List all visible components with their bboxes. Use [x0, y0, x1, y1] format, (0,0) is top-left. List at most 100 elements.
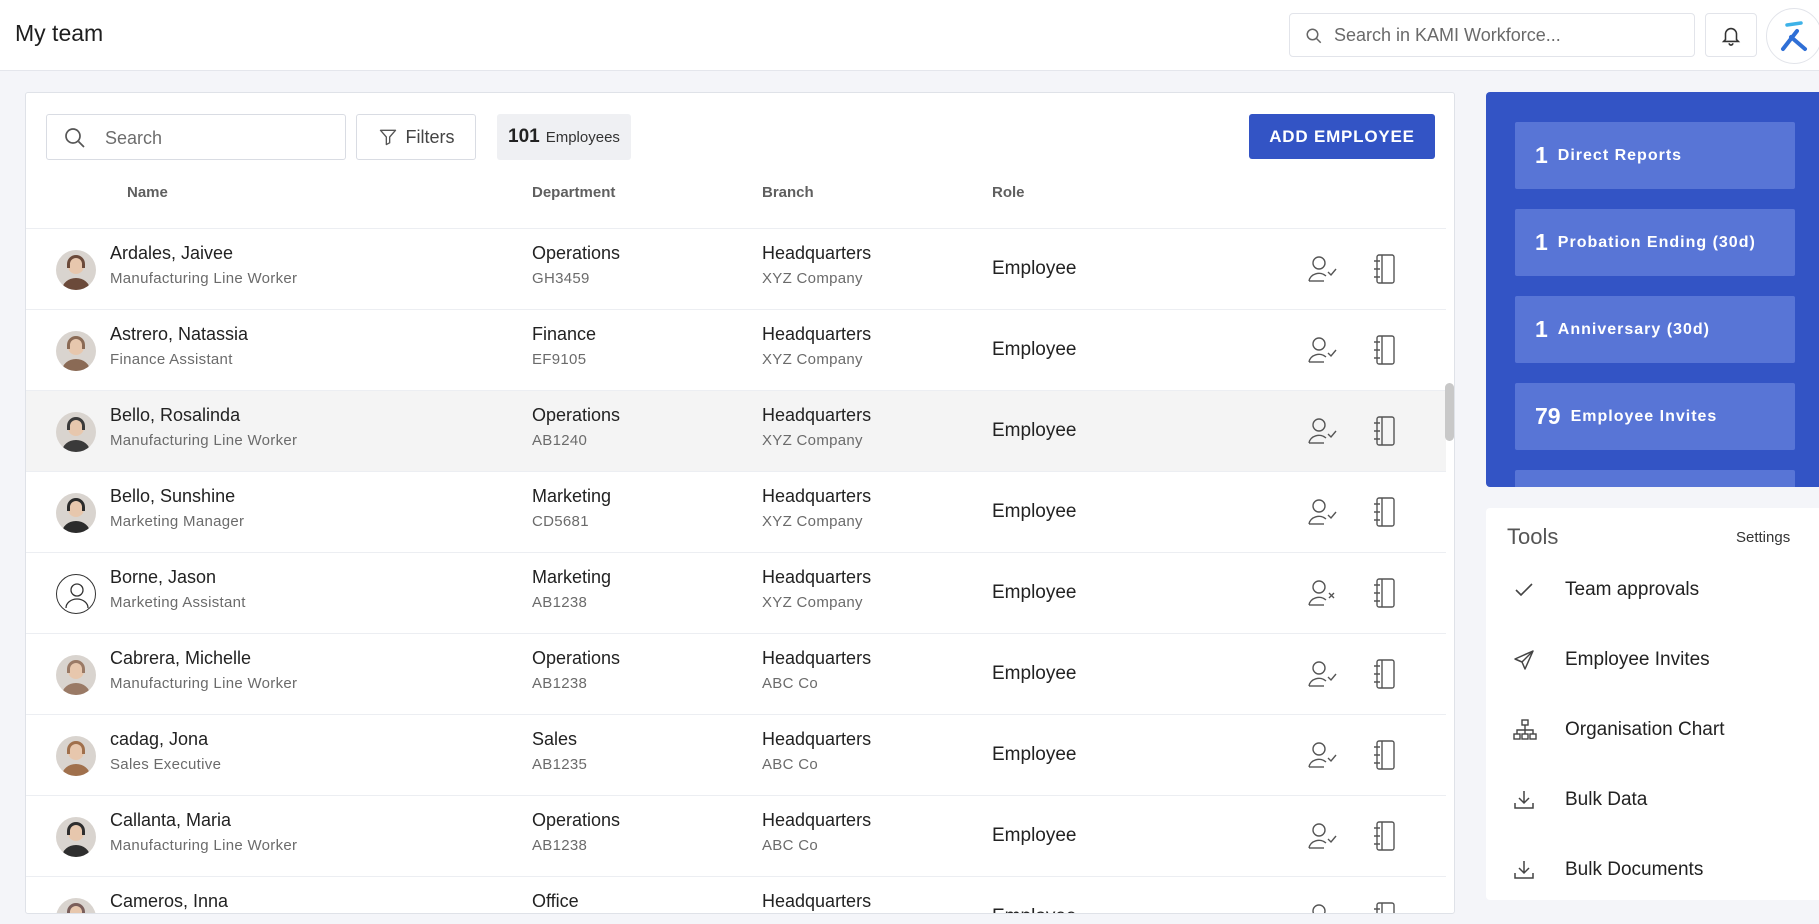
table-row[interactable]: Callanta, Maria Manufacturing Line Worker… [26, 796, 1446, 877]
column-header-role[interactable]: Role [992, 184, 1025, 201]
table-scrollbar[interactable] [1445, 383, 1454, 441]
contact-book-icon[interactable] [1371, 658, 1397, 695]
employee-code: GH3459 [532, 270, 590, 287]
user-check-icon[interactable] [1308, 416, 1340, 451]
contact-book-icon[interactable] [1371, 334, 1397, 371]
stat-label: Probation Ending (30d) [1557, 233, 1756, 251]
contact-book-icon[interactable] [1371, 496, 1397, 533]
stat-value: 1 [1535, 142, 1548, 168]
employee-company: ABC Co [762, 756, 818, 773]
employee-code: AB1240 [532, 432, 588, 449]
employee-search-input[interactable] [105, 124, 335, 152]
tool-employee-invites[interactable]: Employee Invites [1486, 636, 1819, 686]
stat-value: 1 [1535, 316, 1548, 342]
contact-book-icon[interactable] [1371, 253, 1397, 290]
employee-role: Employee [992, 339, 1077, 360]
employee-company: XYZ Company [762, 351, 863, 368]
stat-label: Direct Reports [1557, 146, 1683, 164]
table-row[interactable]: Ardales, Jaivee Manufacturing Line Worker… [26, 229, 1446, 310]
team-table-card: Filters 101 Employees ADD EMPLOYEE Name … [25, 92, 1455, 914]
table-row[interactable]: Bello, Sunshine Marketing Manager Marketin… [26, 472, 1446, 553]
user-check-icon[interactable] [1308, 659, 1340, 694]
table-row[interactable]: Bello, Rosalinda Manufacturing Line Worke… [26, 391, 1446, 472]
tool-bulk-documents[interactable]: Bulk Documents [1486, 846, 1819, 896]
employee-branch: Headquarters [762, 810, 872, 830]
stat-tile-partial[interactable] [1515, 470, 1795, 487]
table-row[interactable]: cadag, Jona Sales Executive Sales AB1235 Hea… [26, 715, 1446, 796]
contact-book-icon[interactable] [1371, 739, 1397, 776]
download-icon [1514, 791, 1534, 809]
avatar [56, 736, 96, 776]
column-header-branch[interactable]: Branch [762, 184, 814, 201]
tool-label: Team approvals [1565, 579, 1700, 600]
send-icon [1514, 650, 1534, 670]
search-icon [65, 128, 85, 148]
employee-count: 101 [508, 126, 540, 147]
employee-department: Sales [532, 729, 578, 749]
stat-probation-ending[interactable]: 1 Probation Ending (30d) [1515, 209, 1795, 276]
filters-button[interactable]: Filters [356, 114, 476, 160]
employee-name: Cameros, Inna [110, 891, 229, 911]
employee-department: Operations [532, 648, 621, 668]
employee-company: ABC Co [762, 675, 818, 692]
stat-anniversary[interactable]: 1 Anniversary (30d) [1515, 296, 1795, 363]
org-chart-icon [1513, 719, 1537, 740]
notifications-button[interactable] [1705, 13, 1757, 57]
table-row[interactable]: Astrero, Natassia Finance Assistant Financ… [26, 310, 1446, 391]
user-check-icon[interactable] [1308, 740, 1340, 775]
stat-employee-invites[interactable]: 79 Employee Invites [1515, 383, 1795, 450]
employee-company: ABC Co [762, 837, 818, 854]
column-header-department[interactable]: Department [532, 184, 615, 201]
bell-icon [1721, 27, 1741, 46]
tool-label: Bulk Data [1565, 789, 1648, 810]
employee-title: Manufacturing Line Worker [110, 270, 298, 287]
employee-name: Cabrera, Michelle [110, 648, 252, 668]
employee-department: Operations [532, 405, 621, 425]
app-logo-button[interactable] [1766, 8, 1819, 64]
employee-title: Sales Executive [110, 756, 222, 773]
employee-department: Office [532, 891, 579, 911]
global-search[interactable] [1289, 13, 1695, 57]
employee-department: Marketing [532, 567, 612, 587]
employee-company: XYZ Company [762, 432, 863, 449]
user-check-icon[interactable] [1308, 821, 1340, 856]
filter-icon [379, 129, 396, 146]
table-row[interactable]: Cabrera, Michelle Manufacturing Line Work… [26, 634, 1446, 715]
stat-value: 1 [1535, 229, 1548, 255]
column-header-name[interactable]: Name [127, 184, 168, 201]
employee-department: Finance [532, 324, 597, 344]
table-row[interactable]: Cameros, InnaOffice AssistantOfficeAB123… [26, 877, 1446, 913]
employee-name: Borne, Jason [110, 567, 217, 587]
user-check-icon[interactable] [1308, 902, 1340, 913]
tool-team-approvals[interactable]: Team approvals [1486, 566, 1819, 616]
employee-role: Employee [992, 825, 1077, 846]
download-icon [1514, 861, 1534, 879]
global-search-input[interactable] [1334, 21, 1684, 49]
employee-count-label: Employees [545, 128, 620, 146]
user-x-icon[interactable] [1308, 578, 1340, 613]
contact-book-icon[interactable] [1371, 820, 1397, 857]
employee-code: EF9105 [532, 351, 587, 368]
avatar [56, 817, 96, 857]
contact-book-icon[interactable] [1371, 577, 1397, 614]
employee-search[interactable] [46, 114, 346, 160]
employee-branch: Headquarters [762, 324, 872, 344]
employee-branch: Headquarters [762, 648, 872, 668]
tool-label: Organisation Chart [1565, 719, 1725, 740]
user-check-icon[interactable] [1308, 497, 1340, 532]
employee-company: XYZ Company [762, 594, 863, 611]
tool-organisation-chart[interactable]: Organisation Chart [1486, 706, 1819, 756]
employee-company: XYZ Company [762, 270, 863, 287]
avatar [56, 412, 96, 452]
contact-book-icon[interactable] [1371, 901, 1397, 913]
avatar [56, 898, 96, 913]
user-check-icon[interactable] [1308, 335, 1340, 370]
tool-bulk-data[interactable]: Bulk Data [1486, 776, 1819, 826]
add-employee-button[interactable]: ADD EMPLOYEE [1249, 114, 1435, 159]
user-check-icon[interactable] [1308, 254, 1340, 289]
stat-direct-reports[interactable]: 1 Direct Reports [1515, 122, 1795, 189]
table-row[interactable]: Borne, Jason Marketing Assistant Marketing… [26, 553, 1446, 634]
contact-book-icon[interactable] [1371, 415, 1397, 452]
employee-role: Employee [992, 663, 1077, 684]
tools-settings-link[interactable]: Settings [1736, 529, 1790, 546]
